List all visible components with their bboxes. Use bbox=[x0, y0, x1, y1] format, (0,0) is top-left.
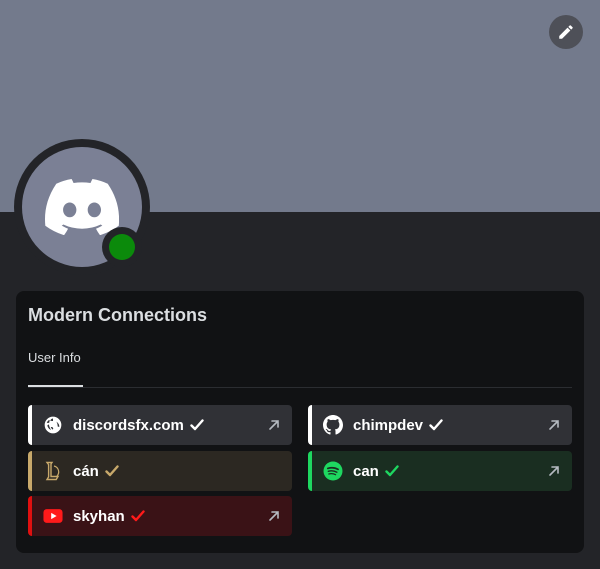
connection-league-of-legends[interactable]: cán bbox=[28, 451, 292, 491]
external-link-icon[interactable] bbox=[548, 418, 560, 436]
tab-user-info[interactable]: User Info bbox=[28, 350, 81, 365]
verified-check-icon bbox=[131, 510, 145, 522]
panel-title: Modern Connections bbox=[28, 305, 207, 325]
connection-name: can bbox=[353, 462, 379, 480]
tab-active-indicator bbox=[28, 385, 83, 387]
external-link-icon[interactable] bbox=[268, 509, 280, 527]
connection-name: chimpdev bbox=[353, 416, 424, 434]
connection-youtube[interactable]: skyhan bbox=[28, 496, 292, 536]
youtube-icon bbox=[43, 506, 63, 526]
connections-panel: Modern Connections User Info discordsfx.… bbox=[16, 291, 584, 553]
tab-divider bbox=[28, 387, 572, 388]
connection-website[interactable]: discordsfx.com bbox=[28, 405, 292, 445]
league-of-legends-icon bbox=[43, 461, 63, 481]
globe-icon bbox=[43, 415, 63, 435]
connection-name: skyhan bbox=[73, 507, 125, 525]
connection-name: discordsfx.com bbox=[73, 416, 184, 434]
external-link-icon[interactable] bbox=[268, 418, 280, 436]
github-icon bbox=[323, 415, 343, 435]
edit-profile-button[interactable] bbox=[549, 15, 583, 49]
discord-logo-icon bbox=[45, 179, 119, 235]
online-status-indicator bbox=[109, 234, 135, 260]
verified-check-icon bbox=[105, 465, 119, 477]
pencil-icon bbox=[559, 25, 573, 39]
external-link-icon[interactable] bbox=[548, 464, 560, 482]
connection-spotify[interactable]: can bbox=[308, 451, 572, 491]
verified-check-icon bbox=[190, 419, 204, 431]
connection-name: cán bbox=[73, 462, 99, 480]
verified-check-icon bbox=[385, 465, 399, 477]
spotify-icon bbox=[323, 461, 343, 481]
verified-check-icon bbox=[429, 419, 443, 431]
connection-github[interactable]: chimpdev bbox=[308, 405, 572, 445]
